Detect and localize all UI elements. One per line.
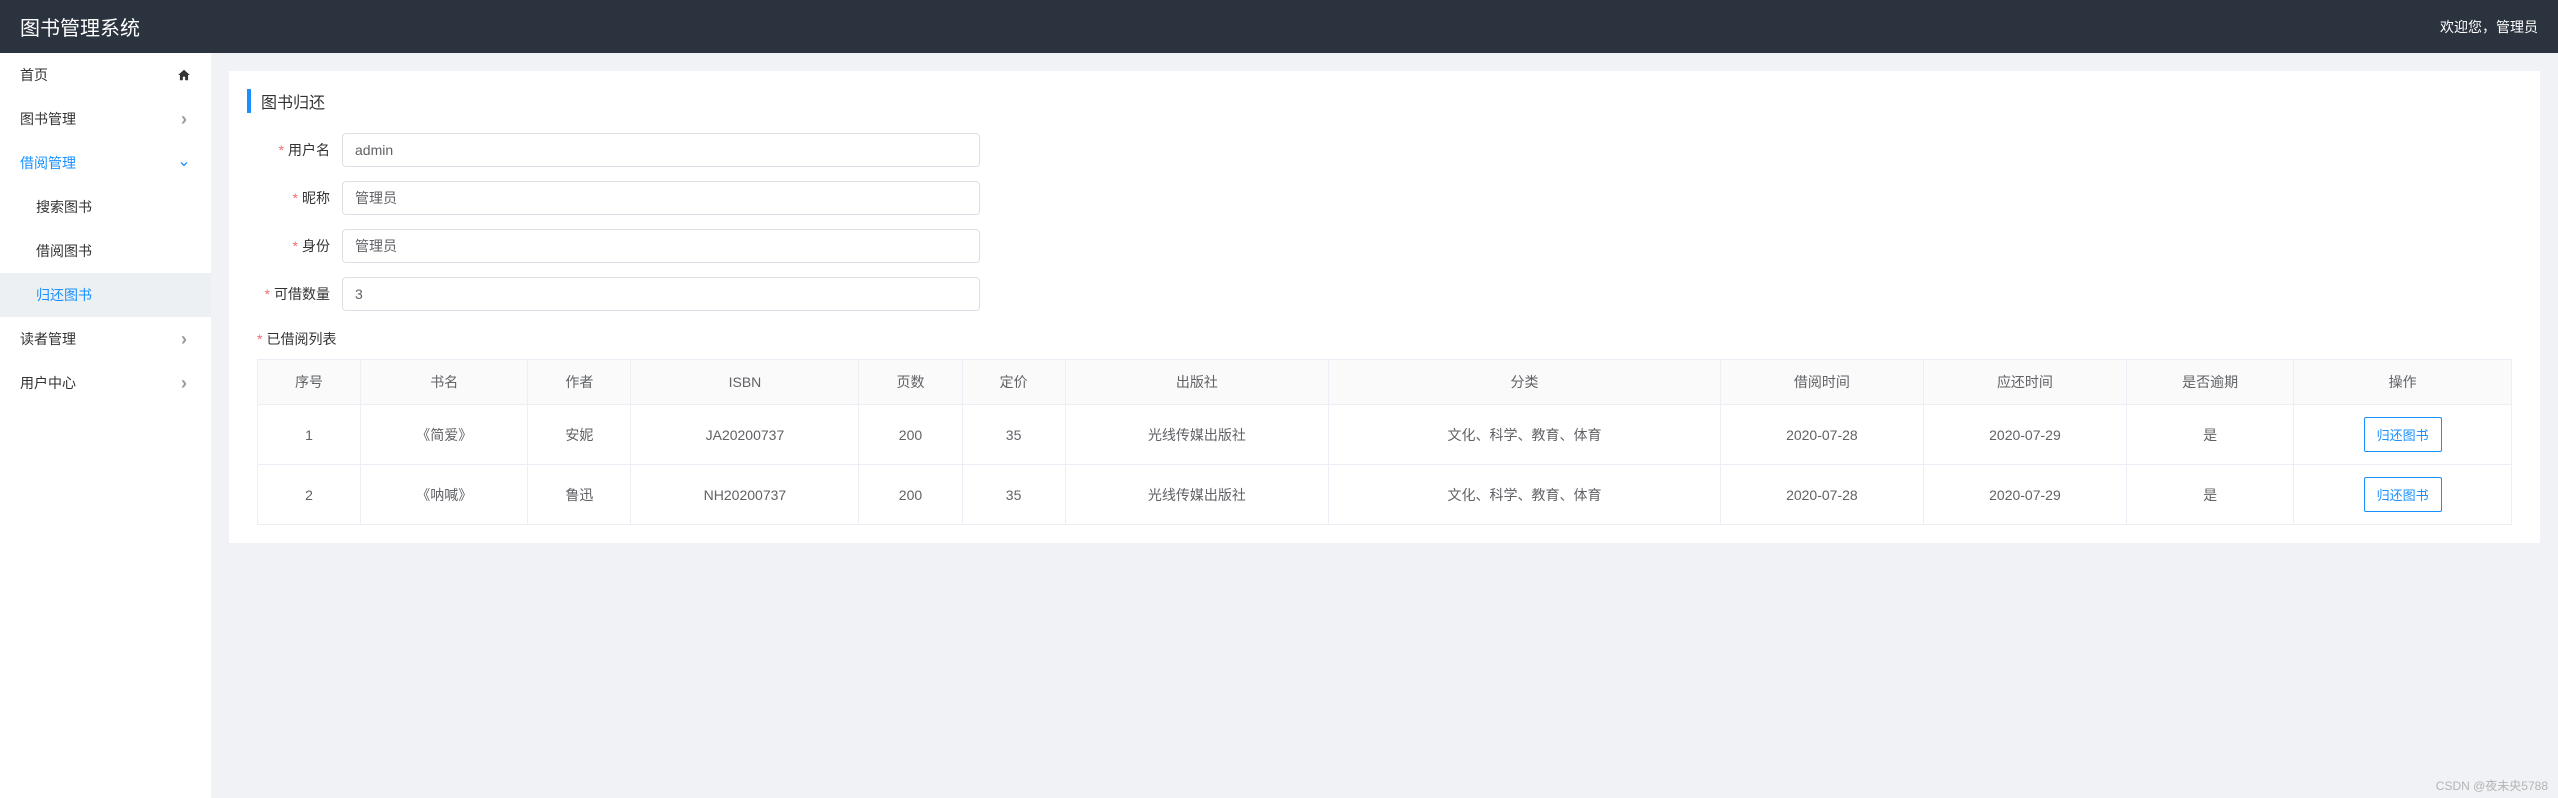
return-button[interactable]: 归还图书 (2364, 417, 2442, 452)
table-row: 1 《简爱》 安妮 JA20200737 200 35 光线传媒出版社 文化、科… (258, 405, 2512, 465)
form-row-role: 身份 (257, 229, 2512, 263)
nickname-input[interactable] (342, 181, 980, 215)
form: 用户名 昵称 身份 可借数量 已借阅列表 (247, 133, 2522, 359)
cell-action: 归还图书 (2294, 405, 2512, 465)
cell-price: 35 (962, 405, 1065, 465)
sidebar-item-reader-mgmt[interactable]: 读者管理 (0, 317, 211, 361)
th-isbn: ISBN (631, 360, 859, 405)
quota-input[interactable] (342, 277, 980, 311)
th-seq: 序号 (258, 360, 361, 405)
cell-name: 《呐喊》 (361, 465, 528, 525)
cell-seq: 1 (258, 405, 361, 465)
chevron-right-icon (177, 332, 191, 346)
th-due-time: 应还时间 (1923, 360, 2126, 405)
th-pages: 页数 (859, 360, 962, 405)
main-content: 图书归还 用户名 昵称 身份 可借数量 (211, 53, 2558, 798)
th-category: 分类 (1329, 360, 1721, 405)
sidebar-item-label: 归还图书 (36, 287, 92, 303)
cell-borrow-time: 2020-07-28 (1720, 465, 1923, 525)
th-publisher: 出版社 (1065, 360, 1328, 405)
cell-publisher: 光线传媒出版社 (1065, 465, 1328, 525)
list-label: 已借阅列表 (257, 331, 348, 347)
role-label: 身份 (257, 236, 342, 256)
cell-due-time: 2020-07-29 (1923, 465, 2126, 525)
return-button[interactable]: 归还图书 (2364, 477, 2442, 512)
cell-category: 文化、科学、教育、体育 (1329, 405, 1721, 465)
sidebar-item-book-mgmt[interactable]: 图书管理 (0, 97, 211, 141)
nickname-label: 昵称 (257, 188, 342, 208)
th-action: 操作 (2294, 360, 2512, 405)
cell-author: 鲁迅 (528, 465, 631, 525)
cell-action: 归还图书 (2294, 465, 2512, 525)
cell-borrow-time: 2020-07-28 (1720, 405, 1923, 465)
sidebar: 首页 图书管理 借阅管理 搜索图书 借阅图书 归还图书 读者管理 用户中心 (0, 53, 211, 798)
sidebar-item-label: 借阅图书 (36, 243, 92, 259)
sidebar-item-label: 借阅管理 (20, 153, 76, 173)
sidebar-item-label: 用户中心 (20, 373, 76, 393)
sidebar-item-label: 读者管理 (20, 329, 76, 349)
cell-price: 35 (962, 465, 1065, 525)
chevron-right-icon (177, 112, 191, 126)
borrowed-table-wrap: 序号 书名 作者 ISBN 页数 定价 出版社 分类 借阅时间 应还时间 是否逾… (247, 359, 2522, 525)
borrowed-table: 序号 书名 作者 ISBN 页数 定价 出版社 分类 借阅时间 应还时间 是否逾… (257, 359, 2512, 525)
cell-overdue: 是 (2126, 405, 2293, 465)
sidebar-subitem-search-book[interactable]: 搜索图书 (0, 185, 211, 229)
sidebar-item-label: 图书管理 (20, 109, 76, 129)
sidebar-item-home[interactable]: 首页 (0, 53, 211, 97)
th-name: 书名 (361, 360, 528, 405)
cell-isbn: NH20200737 (631, 465, 859, 525)
watermark: CSDN @夜未央5788 (2436, 777, 2548, 794)
table-header-row: 序号 书名 作者 ISBN 页数 定价 出版社 分类 借阅时间 应还时间 是否逾… (258, 360, 2512, 405)
cell-due-time: 2020-07-29 (1923, 405, 2126, 465)
th-overdue: 是否逾期 (2126, 360, 2293, 405)
sidebar-subitem-return-book[interactable]: 归还图书 (0, 273, 211, 317)
th-borrow-time: 借阅时间 (1720, 360, 1923, 405)
quota-label: 可借数量 (257, 284, 342, 304)
form-row-nickname: 昵称 (257, 181, 2512, 215)
sidebar-item-label: 搜索图书 (36, 199, 92, 215)
username-label: 用户名 (257, 140, 342, 160)
welcome-text: 欢迎您，管理员 (2440, 17, 2538, 37)
sidebar-item-borrow-mgmt[interactable]: 借阅管理 (0, 141, 211, 185)
header: 图书管理系统 欢迎您，管理员 (0, 0, 2558, 53)
cell-seq: 2 (258, 465, 361, 525)
chevron-right-icon (177, 376, 191, 390)
cell-overdue: 是 (2126, 465, 2293, 525)
role-input[interactable] (342, 229, 980, 263)
chevron-down-icon (177, 156, 191, 170)
cell-author: 安妮 (528, 405, 631, 465)
table-row: 2 《呐喊》 鲁迅 NH20200737 200 35 光线传媒出版社 文化、科… (258, 465, 2512, 525)
sidebar-item-label: 首页 (20, 65, 48, 85)
form-row-quota: 可借数量 (257, 277, 2512, 311)
username-input[interactable] (342, 133, 980, 167)
app-title: 图书管理系统 (20, 12, 140, 41)
th-price: 定价 (962, 360, 1065, 405)
panel: 图书归还 用户名 昵称 身份 可借数量 (229, 71, 2540, 543)
sidebar-subitem-borrow-book[interactable]: 借阅图书 (0, 229, 211, 273)
cell-name: 《简爱》 (361, 405, 528, 465)
cell-pages: 200 (859, 465, 962, 525)
cell-isbn: JA20200737 (631, 405, 859, 465)
form-row-list: 已借阅列表 (257, 325, 2512, 359)
cell-publisher: 光线传媒出版社 (1065, 405, 1328, 465)
sidebar-item-user-center[interactable]: 用户中心 (0, 361, 211, 405)
home-icon (177, 68, 191, 82)
form-row-username: 用户名 (257, 133, 2512, 167)
th-author: 作者 (528, 360, 631, 405)
panel-title: 图书归还 (247, 89, 2522, 113)
cell-category: 文化、科学、教育、体育 (1329, 465, 1721, 525)
cell-pages: 200 (859, 405, 962, 465)
